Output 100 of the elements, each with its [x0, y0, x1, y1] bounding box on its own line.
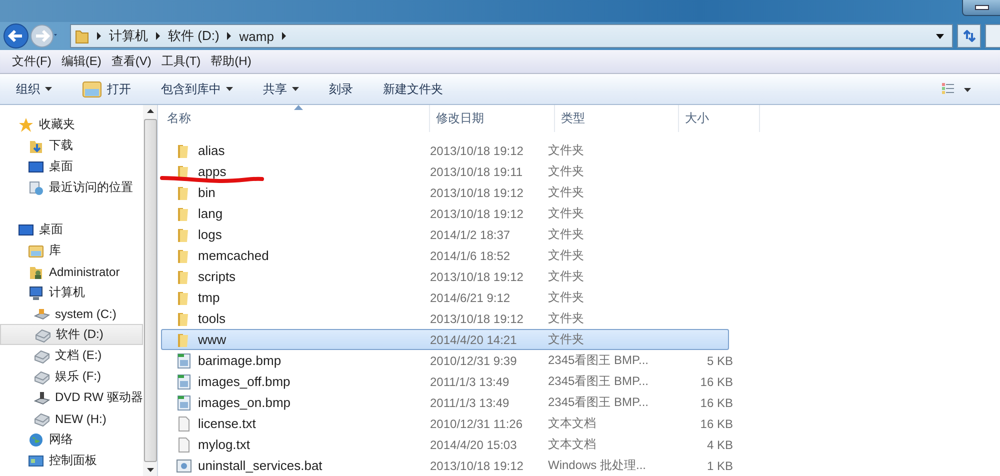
file-name: license.txt — [198, 416, 256, 431]
table-cell-text: 2013/10/18 19:12 — [429, 458, 524, 472]
file-name: tmp — [198, 290, 220, 305]
toolbar-button[interactable]: 共享 — [257, 78, 305, 100]
table-cell-text: 2345看图王 BMP... — [547, 394, 650, 411]
menu-item[interactable]: 帮助(H) — [210, 53, 252, 70]
nav-item[interactable]: 网络 — [0, 429, 143, 450]
minimize-button[interactable] — [962, 0, 1000, 16]
nav-item[interactable]: 最近访问的位置 — [0, 177, 143, 198]
dvd-drive-icon — [34, 390, 50, 406]
file-row[interactable]: logs 2014/1/2 18:37 文件夹 — [161, 224, 729, 245]
file-row[interactable]: apps 2013/10/18 19:11 文件夹 — [161, 161, 729, 182]
table-cell-text: 4 KB — [706, 438, 733, 452]
menu-item[interactable]: 编辑(E) — [61, 53, 102, 70]
table-cell-text: 2014/1/6 18:52 — [429, 248, 512, 262]
column-header[interactable]: 修改日期 — [430, 105, 555, 132]
image-file-icon — [176, 374, 192, 390]
file-name: memcached — [198, 248, 269, 263]
table-cell-text: 2013/10/18 19:12 — [429, 312, 524, 326]
table-cell-text: 2013/10/18 19:11 — [429, 164, 524, 178]
file-name: apps — [198, 164, 226, 179]
toolbar-button[interactable]: 新建文件夹 — [377, 78, 449, 100]
breadcrumb[interactable]: wamp — [239, 28, 274, 44]
search-field[interactable] — [985, 24, 1000, 48]
file-name: uninstall_services.bat — [198, 458, 322, 473]
nav-item[interactable]: 计算机 — [0, 282, 143, 303]
scroll-down-icon[interactable] — [146, 468, 154, 472]
nav-item[interactable]: 娱乐 (F:) — [0, 366, 143, 387]
table-cell-text: 文件夹 — [547, 268, 585, 285]
table-cell-text: 2345看图王 BMP... — [547, 352, 650, 369]
nav-item[interactable]: DVD RW 驱动器 — [0, 387, 143, 408]
chevron-icon — [226, 32, 232, 40]
file-name: images_off.bmp — [198, 374, 290, 389]
breadcrumb[interactable]: 计算机 — [109, 27, 148, 45]
nav-item[interactable]: Administrator — [0, 261, 143, 282]
table-cell-text: 文本文档 — [547, 436, 597, 453]
file-name: alias — [198, 143, 225, 158]
table-cell-text: 2345看图王 BMP... — [547, 373, 650, 390]
table-cell-text: 2014/6/21 9:12 — [429, 290, 512, 304]
table-cell-text: 文件夹 — [547, 184, 585, 201]
file-name: logs — [198, 227, 222, 242]
nav-item[interactable]: 桌面 — [0, 219, 143, 240]
file-row[interactable]: lang 2013/10/18 19:12 文件夹 — [161, 203, 729, 224]
globe-icon — [28, 432, 44, 448]
file-row[interactable]: www 2014/4/20 14:21 文件夹 — [161, 329, 729, 350]
table-cell-text: 2013/10/18 19:12 — [429, 186, 524, 200]
document-icon — [176, 436, 192, 452]
menu-item[interactable]: 文件(F) — [12, 53, 52, 70]
column-header[interactable]: 类型 — [555, 105, 679, 132]
table-cell-text: 文件夹 — [547, 247, 585, 264]
nav-item[interactable]: 收藏夹 — [0, 114, 143, 135]
library-icon — [28, 242, 44, 258]
toolbar-button[interactable]: 包含到库中 — [155, 78, 239, 100]
dropdown-icon[interactable] — [936, 34, 944, 38]
scrollbar[interactable] — [143, 105, 157, 476]
file-row[interactable]: tools 2013/10/18 19:12 文件夹 — [161, 308, 729, 329]
table-cell-text: 2014/4/20 14:21 — [429, 332, 518, 346]
menu-item[interactable]: 查看(V) — [111, 53, 152, 70]
toolbar-button[interactable]: 打开 — [76, 78, 137, 100]
scroll-up-icon[interactable] — [146, 109, 154, 113]
file-name: tools — [198, 311, 226, 326]
image-file-icon — [176, 352, 192, 368]
file-row[interactable]: scripts 2013/10/18 19:12 文件夹 — [161, 266, 729, 287]
table-cell-text: 2010/12/31 11:26 — [429, 416, 524, 430]
file-row[interactable]: memcached 2014/1/6 18:52 文件夹 — [161, 245, 729, 266]
drive-icon — [34, 368, 50, 384]
table-cell-text: 2014/4/20 15:03 — [429, 438, 518, 452]
file-name: www — [198, 332, 226, 347]
file-row[interactable]: alias 2013/10/18 19:12 文件夹 — [161, 140, 729, 161]
file-name: bin — [198, 185, 216, 200]
nav-item[interactable]: 软件 (D:) — [0, 324, 143, 345]
nav-item[interactable]: 桌面 — [0, 156, 143, 177]
file-row[interactable]: tmp 2014/6/21 9:12 文件夹 — [161, 287, 729, 308]
chevron-icon — [155, 32, 161, 40]
nav-item[interactable]: 下载 — [0, 135, 143, 156]
toolbar-button[interactable]: 组织 — [10, 78, 58, 100]
table-cell-text: 16 KB — [699, 374, 733, 388]
breadcrumb[interactable]: 软件 (D:) — [168, 27, 220, 45]
computer-icon — [28, 284, 44, 300]
nav-item[interactable]: 控制面板 — [0, 450, 143, 471]
address-bar[interactable]: 计算机 软件 (D:) wamp — [70, 24, 953, 48]
table-cell-text: 2011/1/3 13:49 — [429, 374, 510, 388]
recent-places-icon — [28, 180, 44, 196]
nav-item[interactable]: 文档 (E:) — [0, 345, 143, 366]
table-cell-text: 文件夹 — [547, 226, 585, 243]
toolbar-button[interactable]: 刻录 — [323, 78, 359, 100]
column-header[interactable]: 大小 — [679, 105, 760, 132]
nav-item[interactable]: NEW (H:) — [0, 408, 143, 429]
nav-item[interactable]: system (C:) — [0, 303, 143, 324]
open-icon — [82, 80, 102, 98]
back-forward-buttons[interactable] — [2, 23, 58, 49]
desktop-icon — [28, 158, 44, 174]
nav-item[interactable]: 库 — [0, 240, 143, 261]
refresh-icon — [962, 30, 976, 42]
refresh-button[interactable] — [957, 24, 981, 48]
file-row[interactable]: bin 2013/10/18 19:12 文件夹 — [161, 182, 729, 203]
menu-item[interactable]: 工具(T) — [161, 53, 201, 70]
drive-icon — [34, 348, 50, 364]
image-file-icon — [176, 394, 192, 410]
table-cell-text: 文件夹 — [547, 142, 585, 159]
